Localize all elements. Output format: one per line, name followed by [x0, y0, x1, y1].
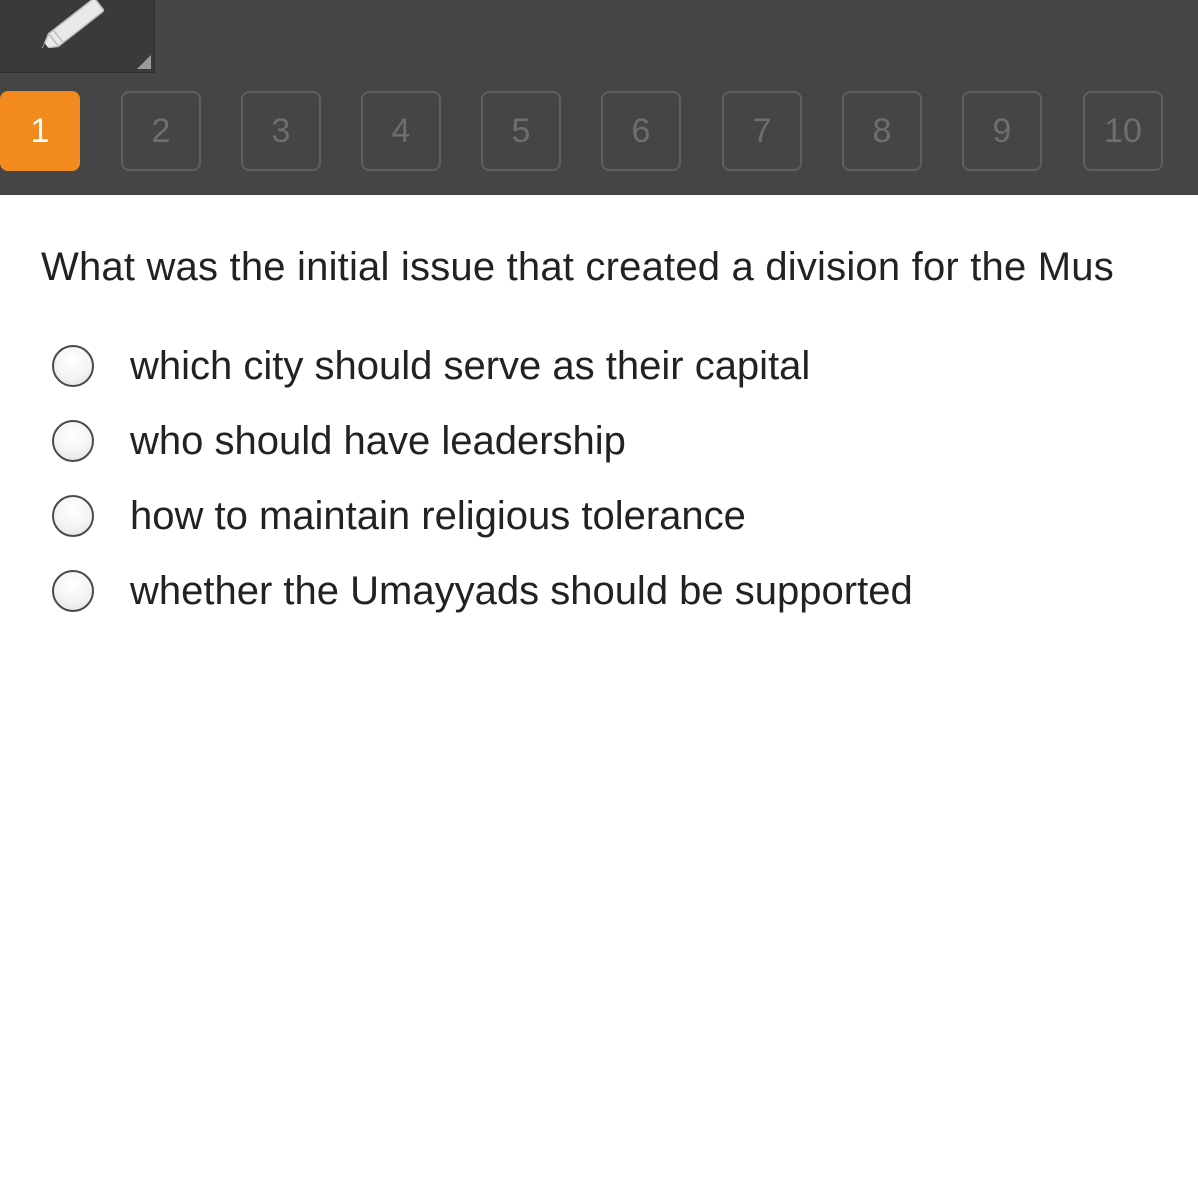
pencil-icon [41, 0, 105, 48]
answer-option-label: how to maintain religious tolerance [130, 493, 746, 538]
radio-button[interactable] [52, 570, 94, 612]
answer-option-label: which city should serve as their capital [130, 343, 811, 388]
question-nav-7[interactable]: 7 [722, 91, 802, 171]
question-nav-4[interactable]: 4 [361, 91, 441, 171]
answer-option-label: whether the Umayyads should be supported [130, 568, 913, 613]
answer-option-label: who should have leadership [130, 418, 626, 463]
answer-option-3[interactable]: how to maintain religious tolerance [52, 491, 746, 541]
dropdown-corner-indicator [137, 55, 151, 69]
radio-button[interactable] [52, 420, 94, 462]
question-nav-8[interactable]: 8 [842, 91, 922, 171]
question-nav-2[interactable]: 2 [121, 91, 201, 171]
question-nav-6[interactable]: 6 [601, 91, 681, 171]
radio-button[interactable] [52, 345, 94, 387]
answer-option-1[interactable]: which city should serve as their capital [52, 341, 810, 391]
question-nav-1[interactable]: 1 [0, 91, 80, 171]
question-nav-9[interactable]: 9 [962, 91, 1042, 171]
question-nav-3[interactable]: 3 [241, 91, 321, 171]
question-text: What was the initial issue that created … [41, 245, 1114, 289]
question-nav-10[interactable]: 10 [1083, 91, 1163, 171]
pencil-tool-button[interactable] [0, 0, 155, 73]
question-navigation: 1 2 3 4 5 6 7 8 9 10 [0, 91, 1198, 173]
answer-option-4[interactable]: whether the Umayyads should be supported [52, 566, 913, 616]
answer-option-2[interactable]: who should have leadership [52, 416, 626, 466]
radio-button[interactable] [52, 495, 94, 537]
question-nav-5[interactable]: 5 [481, 91, 561, 171]
top-toolbar: 1 2 3 4 5 6 7 8 9 10 [0, 0, 1198, 195]
